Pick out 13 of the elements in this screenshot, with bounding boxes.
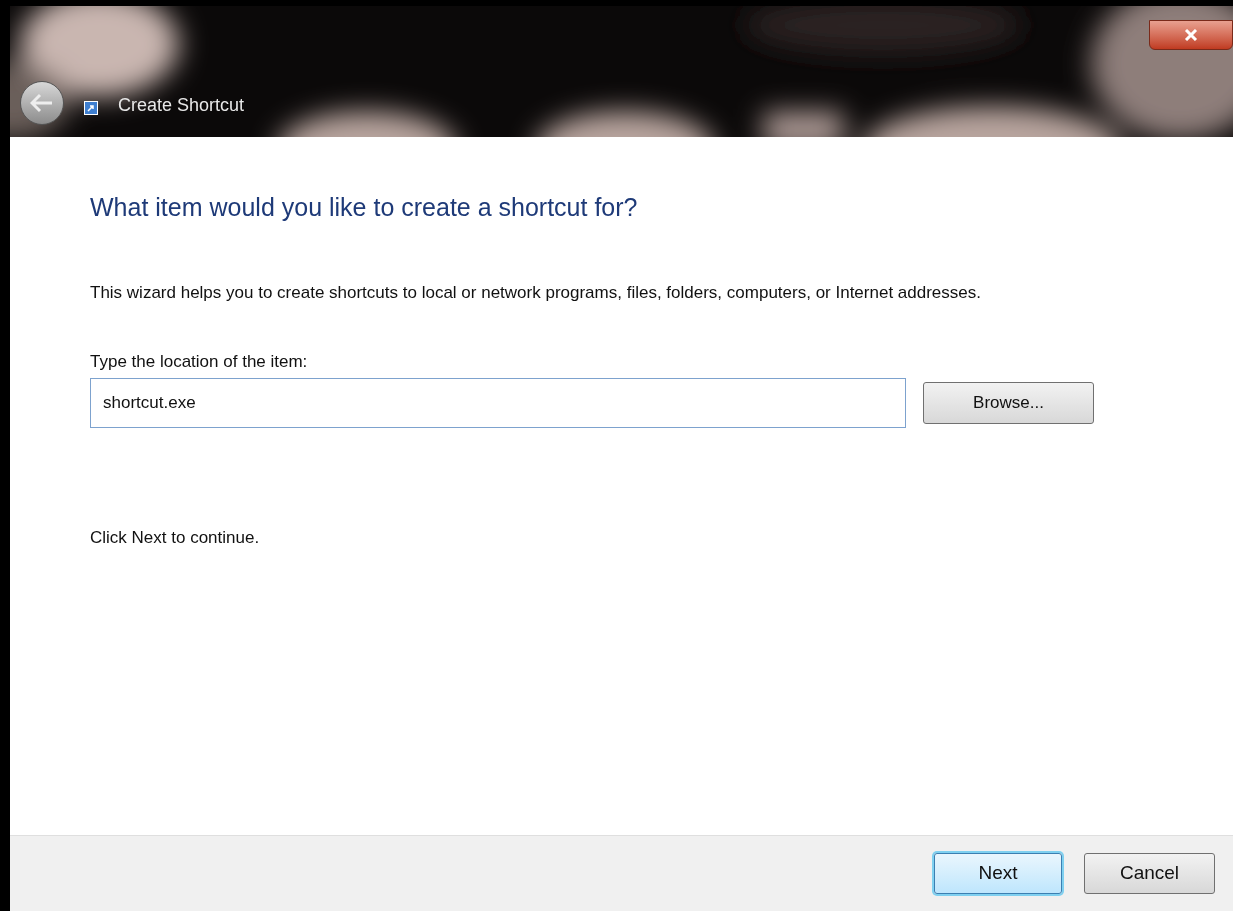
shortcut-icon — [84, 101, 98, 115]
location-label: Type the location of the item: — [90, 350, 309, 373]
continue-hint: Click Next to continue. — [90, 527, 261, 549]
location-field[interactable]: shortcut.exe — [90, 378, 906, 428]
close-icon — [1184, 29, 1198, 41]
dialog-button[interactable]: Next — [934, 853, 1062, 894]
dialog-button[interactable]: Cancel — [1084, 853, 1215, 894]
window-title: Create Shortcut — [118, 94, 245, 117]
close-button[interactable] — [1149, 20, 1233, 50]
wizard-heading: What item would you like to create a shortcut for? — [90, 192, 639, 223]
wizard-description: This wizard helps you to create shortcuts to local or network programs, files, folders, computers, or Internet addresses. — [90, 281, 982, 304]
back-arrow-icon — [30, 93, 54, 113]
browse-button[interactable]: Browse... — [923, 382, 1094, 424]
